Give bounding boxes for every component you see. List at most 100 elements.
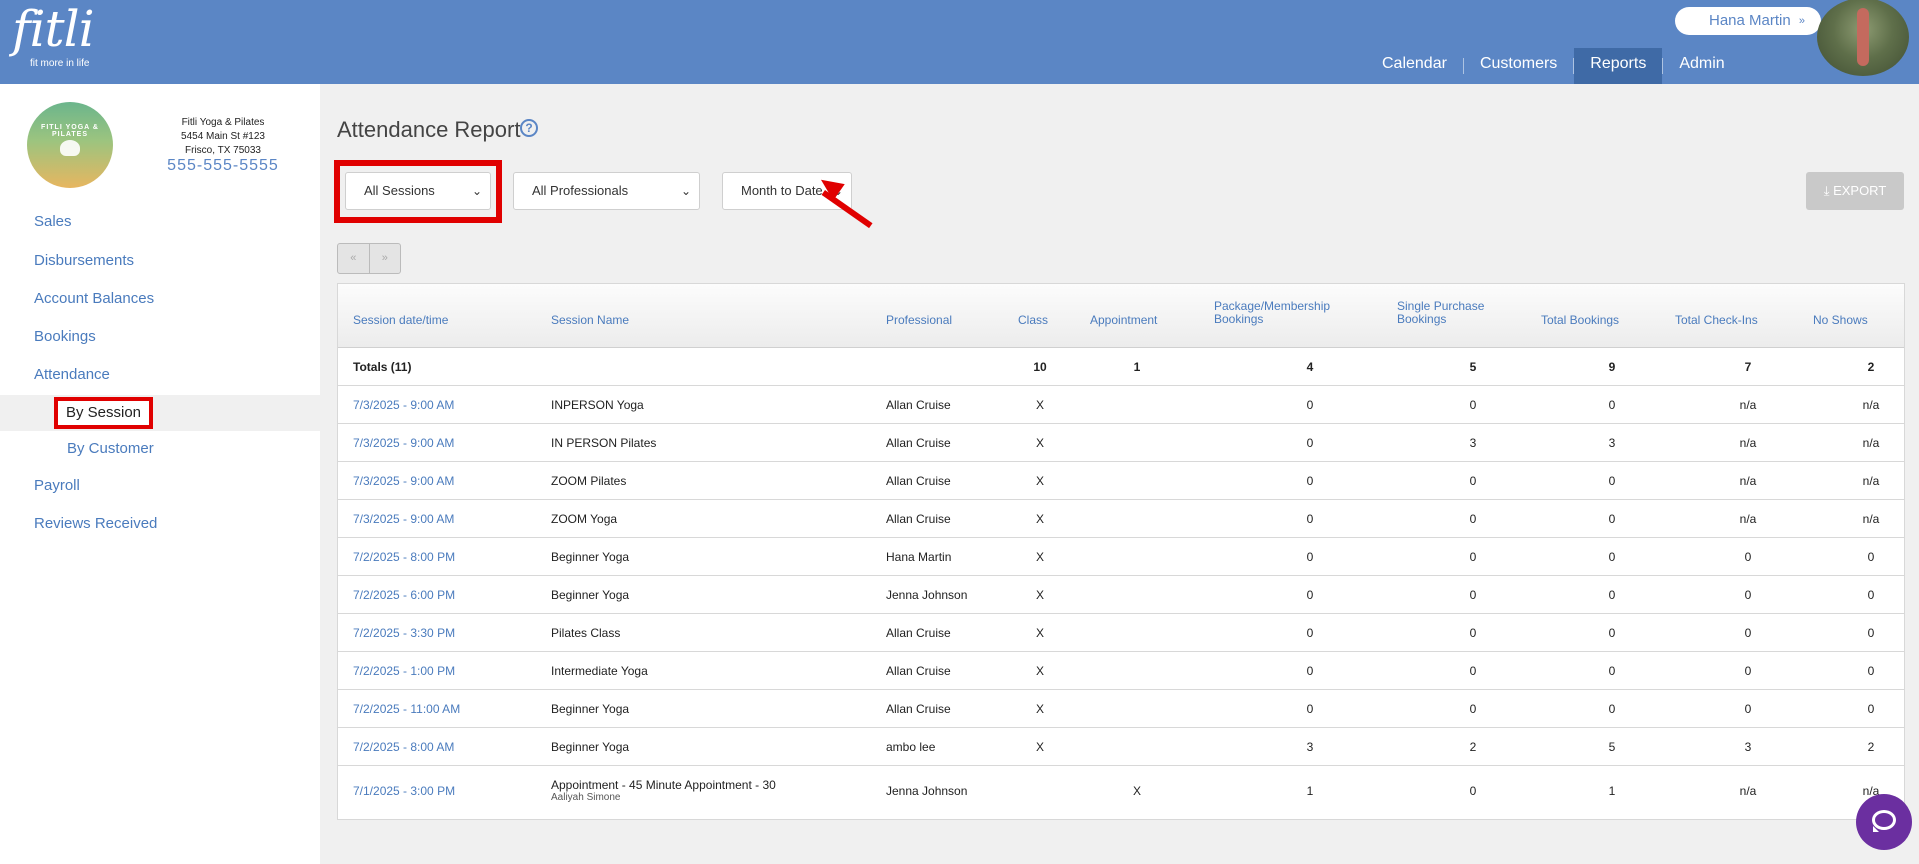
cell-class: X xyxy=(1020,588,1060,602)
cell-session-name-text: Appointment - 45 Minute Appointment - 30 xyxy=(551,778,776,792)
cell-session-name-text: ZOOM Pilates xyxy=(551,474,627,488)
cell-session-name-text: Intermediate Yoga xyxy=(551,664,648,678)
cell-professional: Allan Cruise xyxy=(886,436,951,450)
table-row: 7/2/2025 - 11:00 AM Beginner Yoga Allan Cr… xyxy=(338,690,1904,728)
col-appointment[interactable]: Appointment xyxy=(1090,314,1157,327)
cell-session-date[interactable]: 7/2/2025 - 1:00 PM xyxy=(353,664,455,678)
sidebar-item-bookings[interactable]: Bookings xyxy=(34,328,96,345)
cell-total-bookings-text: 0 xyxy=(1608,702,1616,716)
cell-noshows-text: n/a xyxy=(1862,436,1880,450)
nav-calendar[interactable]: Calendar xyxy=(1366,48,1463,84)
nav-reports[interactable]: Reports xyxy=(1574,48,1663,84)
cell-single: 2 xyxy=(1453,740,1493,754)
cell-checkins: n/a xyxy=(1728,474,1768,488)
chat-button[interactable] xyxy=(1856,794,1912,850)
cell-single-text: 0 xyxy=(1469,664,1477,678)
user-menu-button[interactable]: Hana Martin » xyxy=(1675,7,1821,35)
sessions-filter-select[interactable]: All Sessions ⌄ xyxy=(345,172,491,210)
col-session-date[interactable]: Session date/time xyxy=(353,314,448,327)
cell-total-bookings: 5 xyxy=(1592,740,1632,754)
cell-professional: Allan Cruise xyxy=(886,664,951,678)
avatar-figure xyxy=(1857,8,1869,66)
studio-phone[interactable]: 555-555-5555 xyxy=(140,157,306,175)
cell-professional: Allan Cruise xyxy=(886,626,951,640)
cell-session-date[interactable]: 7/2/2025 - 8:00 AM xyxy=(353,740,454,754)
date-range-value: Month to Date xyxy=(741,183,823,198)
cell-session-date[interactable]: 7/2/2025 - 8:00 PM xyxy=(353,550,455,564)
cell-package-text: 0 xyxy=(1306,664,1314,678)
cell-session-date[interactable]: 7/2/2025 - 6:00 PM xyxy=(353,588,455,602)
totals-label: Totals (11) xyxy=(353,360,412,374)
cell-session-name: Intermediate Yoga xyxy=(551,664,648,678)
sidebar-item-reviews-received[interactable]: Reviews Received xyxy=(34,515,157,532)
cell-checkins-text: n/a xyxy=(1739,398,1757,412)
cell-total-bookings-text: 3 xyxy=(1608,436,1616,450)
cell-single: 0 xyxy=(1453,664,1493,678)
cell-session-date[interactable]: 7/3/2025 - 9:00 AM xyxy=(353,474,454,488)
cell-class-text: X xyxy=(1035,436,1044,450)
cell-professional: ambo lee xyxy=(886,740,935,754)
fitli-logo[interactable]: fitli fit more in life xyxy=(12,4,95,69)
sidebar-item-by-customer[interactable]: By Customer xyxy=(67,440,154,457)
cell-total-bookings-text: 0 xyxy=(1608,550,1616,564)
col-class[interactable]: Class xyxy=(1018,314,1048,327)
cell-noshows-text: n/a xyxy=(1862,474,1880,488)
cell-package-text: 3 xyxy=(1306,740,1314,754)
pager-next-button[interactable]: » xyxy=(368,244,401,273)
cell-session-date[interactable]: 7/3/2025 - 9:00 AM xyxy=(353,398,454,412)
cell-total-bookings: 0 xyxy=(1592,588,1632,602)
cell-professional: Allan Cruise xyxy=(886,512,951,526)
col-total-checkins[interactable]: Total Check-Ins xyxy=(1675,314,1758,327)
cell-session-date[interactable]: 7/1/2025 - 3:00 PM xyxy=(353,784,455,798)
sidebar-item-payroll[interactable]: Payroll xyxy=(34,477,80,494)
cell-total-bookings-text: 0 xyxy=(1608,626,1616,640)
help-icon[interactable]: ? xyxy=(520,119,538,137)
cell-checkins: 0 xyxy=(1728,702,1768,716)
cell-checkins: n/a xyxy=(1728,398,1768,412)
cell-checkins-text: 3 xyxy=(1744,740,1752,754)
professionals-filter-select[interactable]: All Professionals ⌄ xyxy=(513,172,700,210)
cell-professional: Hana Martin xyxy=(886,550,951,564)
cell-noshows: 0 xyxy=(1851,664,1891,678)
table-row: 7/2/2025 - 8:00 PM Beginner Yoga Hana Mart… xyxy=(338,538,1904,576)
professionals-filter-value: All Professionals xyxy=(532,183,629,198)
totals-appointment: 1 xyxy=(1133,360,1141,374)
sidebar-item-disbursements[interactable]: Disbursements xyxy=(34,252,134,269)
cell-session-date[interactable]: 7/3/2025 - 9:00 AM xyxy=(353,436,454,450)
sidebar-item-by-session[interactable]: By Session xyxy=(54,397,153,429)
cell-package-text: 0 xyxy=(1306,398,1314,412)
avatar[interactable] xyxy=(1817,0,1909,76)
cell-professional-text: ambo lee xyxy=(886,740,936,754)
cell-single: 0 xyxy=(1453,474,1493,488)
col-no-shows[interactable]: No Shows xyxy=(1813,314,1868,327)
cell-package-text: 0 xyxy=(1306,512,1314,526)
cell-total-bookings: 0 xyxy=(1592,512,1632,526)
nav-customers[interactable]: Customers xyxy=(1464,48,1573,84)
studio-address-line2: Frisco, TX 75033 xyxy=(185,145,261,156)
sidebar-item-sales[interactable]: Sales xyxy=(34,213,72,230)
cell-session-name-text: Pilates Class xyxy=(551,626,621,640)
pager-prev-button[interactable]: « xyxy=(338,244,369,273)
export-button[interactable]: ⤓ EXPORT xyxy=(1806,172,1904,210)
cell-session-date[interactable]: 7/2/2025 - 11:00 AM xyxy=(353,702,460,716)
col-session-name[interactable]: Session Name xyxy=(551,314,629,327)
export-label: EXPORT xyxy=(1833,183,1887,198)
cell-class: X xyxy=(1020,436,1060,450)
col-total-bookings[interactable]: Total Bookings xyxy=(1541,314,1619,327)
cell-session-date[interactable]: 7/2/2025 - 3:30 PM xyxy=(353,626,455,640)
cell-total-bookings-text: 0 xyxy=(1608,512,1616,526)
sidebar-item-account-balances[interactable]: Account Balances xyxy=(34,290,154,307)
cell-session-name: IN PERSON Pilates xyxy=(551,436,656,450)
col-package-bookings[interactable]: Package/Membership Bookings xyxy=(1214,300,1344,326)
table-header: Session date/time Session Name Professio… xyxy=(338,284,1904,348)
cell-session-name: Beginner Yoga xyxy=(551,588,629,602)
col-professional[interactable]: Professional xyxy=(886,314,952,327)
cell-total-bookings: 0 xyxy=(1592,474,1632,488)
col-single-bookings[interactable]: Single Purchase Bookings xyxy=(1397,300,1497,326)
sidebar-item-attendance[interactable]: Attendance xyxy=(34,366,110,383)
cell-session-name-text: Beginner Yoga xyxy=(551,550,630,564)
cell-session-date[interactable]: 7/3/2025 - 9:00 AM xyxy=(353,512,454,526)
nav-admin[interactable]: Admin xyxy=(1663,48,1740,84)
cell-session-name: ZOOM Yoga xyxy=(551,512,617,526)
cell-total-bookings: 0 xyxy=(1592,626,1632,640)
